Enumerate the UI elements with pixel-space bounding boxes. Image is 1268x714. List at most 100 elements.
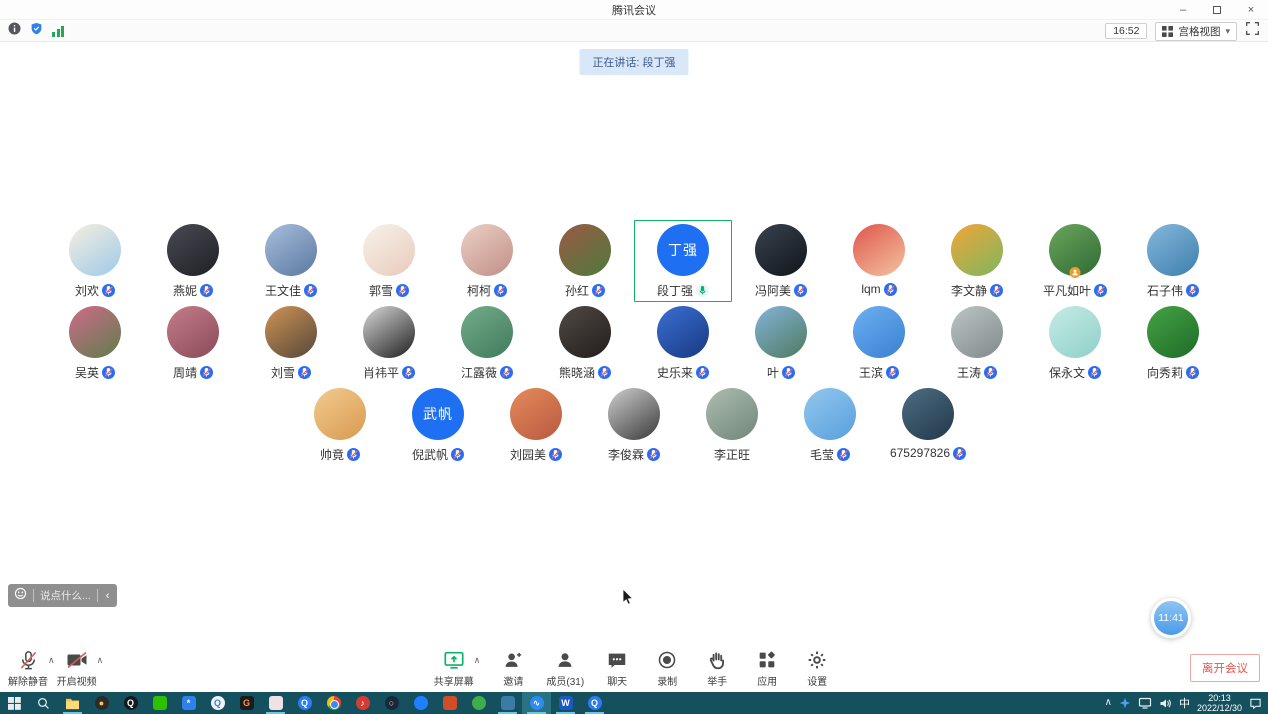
apps-icon [756,649,778,671]
toolbar-invite-button[interactable]: 邀请 [496,649,530,688]
participant-tile[interactable]: 向秀莉 [1124,302,1222,384]
toolbar-chat-button[interactable]: 聊天 [600,649,634,688]
app-xunlei[interactable] [406,692,435,714]
participant-tile[interactable]: 郭雪 [340,220,438,302]
participant-name: 周靖 [173,364,197,381]
mic-muted-icon [549,448,562,461]
network-icon[interactable] [1138,696,1152,710]
app-steam[interactable]: ○ [377,692,406,714]
participant-name: 王文佳 [265,282,301,299]
app-chrome[interactable] [319,692,348,714]
minimize-button[interactable]: – [1166,0,1200,20]
participant-tile[interactable]: 675297826 [879,384,977,466]
maximize-button[interactable] [1200,0,1234,20]
participant-tile[interactable]: 史乐来 [634,302,732,384]
self-view-avatar[interactable]: 11:41 [1151,598,1191,638]
participant-tile[interactable]: 肖祎平 [340,302,438,384]
toolbar-hand-button[interactable]: 举手 [700,649,734,688]
ime-indicator[interactable]: 中 [1179,695,1190,711]
participant-tile[interactable]: 熊晓涵 [536,302,634,384]
app-hand[interactable] [435,692,464,714]
mic-muted-icon [298,366,311,379]
app-wangwang[interactable]: ● [87,692,116,714]
participant-tile[interactable]: 刘雪 [242,302,340,384]
app-handshake[interactable] [493,692,522,714]
participant-tile[interactable]: 帅竟 [291,384,389,466]
participant-name-row: 柯柯 [467,282,507,299]
participant-tile[interactable]: 平凡如叶 [1026,220,1124,302]
start-button[interactable] [0,692,29,714]
participant-name: 675297826 [890,446,950,460]
security-shield-icon[interactable] [30,22,43,40]
meeting-info-icon[interactable] [8,22,21,40]
participant-tile[interactable]: 保永文 [1026,302,1124,384]
participant-tile[interactable]: 石子伟 [1124,220,1222,302]
chevron-up-icon[interactable]: ∧ [474,655,481,666]
participant-tile[interactable]: 武帆倪武帆 [389,384,487,466]
toolbar-members-button[interactable]: 成员(31) [546,649,584,688]
participant-name-row: 帅竟 [320,446,360,463]
toolbar-gear-button[interactable]: 设置 [800,649,834,688]
participant-tile[interactable]: lqm [830,220,928,302]
network-signal-icon[interactable] [52,25,64,37]
file-explorer[interactable] [58,692,87,714]
participant-tile[interactable]: 刘欢 [46,220,144,302]
participant-tile[interactable]: 吴英 [46,302,144,384]
view-mode-selector[interactable]: 宫格视图 ▾ [1155,22,1237,41]
chat-quick-bar[interactable]: 说点什么... ‹ [8,584,117,607]
tray-star-icon[interactable] [1119,697,1131,709]
app-netease-music[interactable]: ♪ [348,692,377,714]
chat-input[interactable]: 说点什么... [40,588,91,603]
participant-tile[interactable]: 冯阿美 [732,220,830,302]
leave-meeting-button[interactable]: 离开会议 [1190,654,1260,682]
participant-tile[interactable]: 周靖 [144,302,242,384]
mic-muted-icon [984,366,997,379]
action-center-icon[interactable] [1249,697,1262,710]
collapse-chat-button[interactable]: ‹ [104,590,112,602]
participant-tile[interactable]: 叶 [732,302,830,384]
mic-muted-icon [494,284,507,297]
participant-tile[interactable]: 毛莹 [781,384,879,466]
taskbar-clock[interactable]: 20:13 2022/12/30 [1197,693,1242,713]
emoji-icon[interactable] [14,587,27,605]
participant-avatar [657,306,709,358]
app-wechat[interactable] [145,692,174,714]
toolbar-share-button[interactable]: 共享屏幕 [434,649,474,688]
participant-avatar [265,224,317,276]
tencent-meeting[interactable]: ∿ [522,692,551,714]
app-word[interactable]: W [551,692,580,714]
toolbar-apps-button[interactable]: 应用 [750,649,784,688]
participant-name-row: 李正旺 [714,446,750,463]
app-green[interactable] [464,692,493,714]
app-g[interactable]: G [232,692,261,714]
participant-tile[interactable]: 孙红 [536,220,634,302]
participant-tile[interactable]: 王滨 [830,302,928,384]
search-button[interactable] [29,692,58,714]
toolbar-record-button[interactable]: 录制 [650,649,684,688]
app-qq-browser[interactable]: Q [290,692,319,714]
participant-tile[interactable]: 李文静 [928,220,1026,302]
tool-group: 共享屏幕∧ [434,649,481,688]
participant-tile[interactable]: 李俊霖 [585,384,683,466]
app-quark[interactable]: Q [203,692,232,714]
avatar-initials: 武帆 [423,404,453,424]
participant-avatar [853,224,905,276]
app-docs[interactable]: * [174,692,203,714]
app-qq[interactable]: Q [116,692,145,714]
participant-tile[interactable]: 王文佳 [242,220,340,302]
volume-icon[interactable] [1159,697,1172,710]
participant-tile[interactable]: 江露薇 [438,302,536,384]
participant-tile[interactable]: 燕妮 [144,220,242,302]
toolbar-label: 邀请 [503,673,523,688]
app-qq-browser-2[interactable]: Q [580,692,609,714]
close-button[interactable]: × [1234,0,1268,20]
participant-tile[interactable]: 王涛 [928,302,1026,384]
participant-tile-active-speaker[interactable]: 丁强段丁强 [634,220,732,302]
participant-tile[interactable]: 刘园美 [487,384,585,466]
app-anime[interactable] [261,692,290,714]
participant-avatar: 丁强 [657,224,709,276]
participant-tile[interactable]: 柯柯 [438,220,536,302]
tray-expand-icon[interactable]: ∧ [1105,697,1112,708]
participant-tile[interactable]: 李正旺 [683,384,781,466]
fullscreen-button[interactable] [1245,21,1260,41]
